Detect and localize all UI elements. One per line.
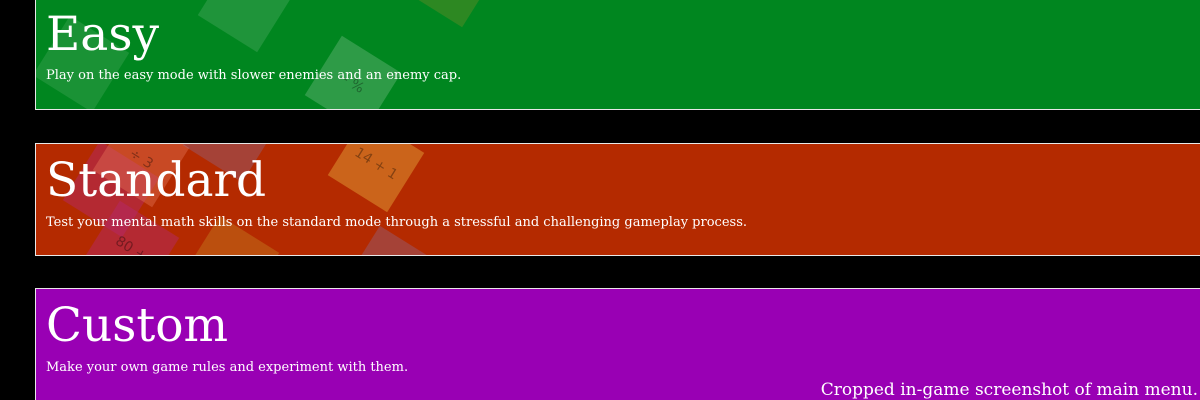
screenshot-caption: Cropped in-game screenshot of main menu. [820,380,1198,400]
math-tile-decoration [402,0,500,28]
main-menu: - % Easy Play on the easy mode with slow… [0,0,1200,400]
math-tile-decoration [342,225,440,255]
easy-mode-button[interactable]: - % Easy Play on the easy mode with slow… [35,0,1200,110]
standard-mode-button[interactable]: ÷ 3 14 + 1 80 + Standard Test your menta… [35,143,1200,256]
standard-mode-title: Standard [46,153,267,208]
custom-mode-description: Make your own game rules and experiment … [46,360,409,375]
easy-mode-description: Play on the easy mode with slower enemie… [46,68,462,83]
standard-mode-description: Test your mental math skills on the stan… [46,215,747,230]
custom-mode-title: Custom [46,298,229,353]
math-tile-decoration [197,0,295,53]
math-tile-decoration: 14 + 1 [327,144,425,213]
easy-mode-title: Easy [46,7,160,62]
